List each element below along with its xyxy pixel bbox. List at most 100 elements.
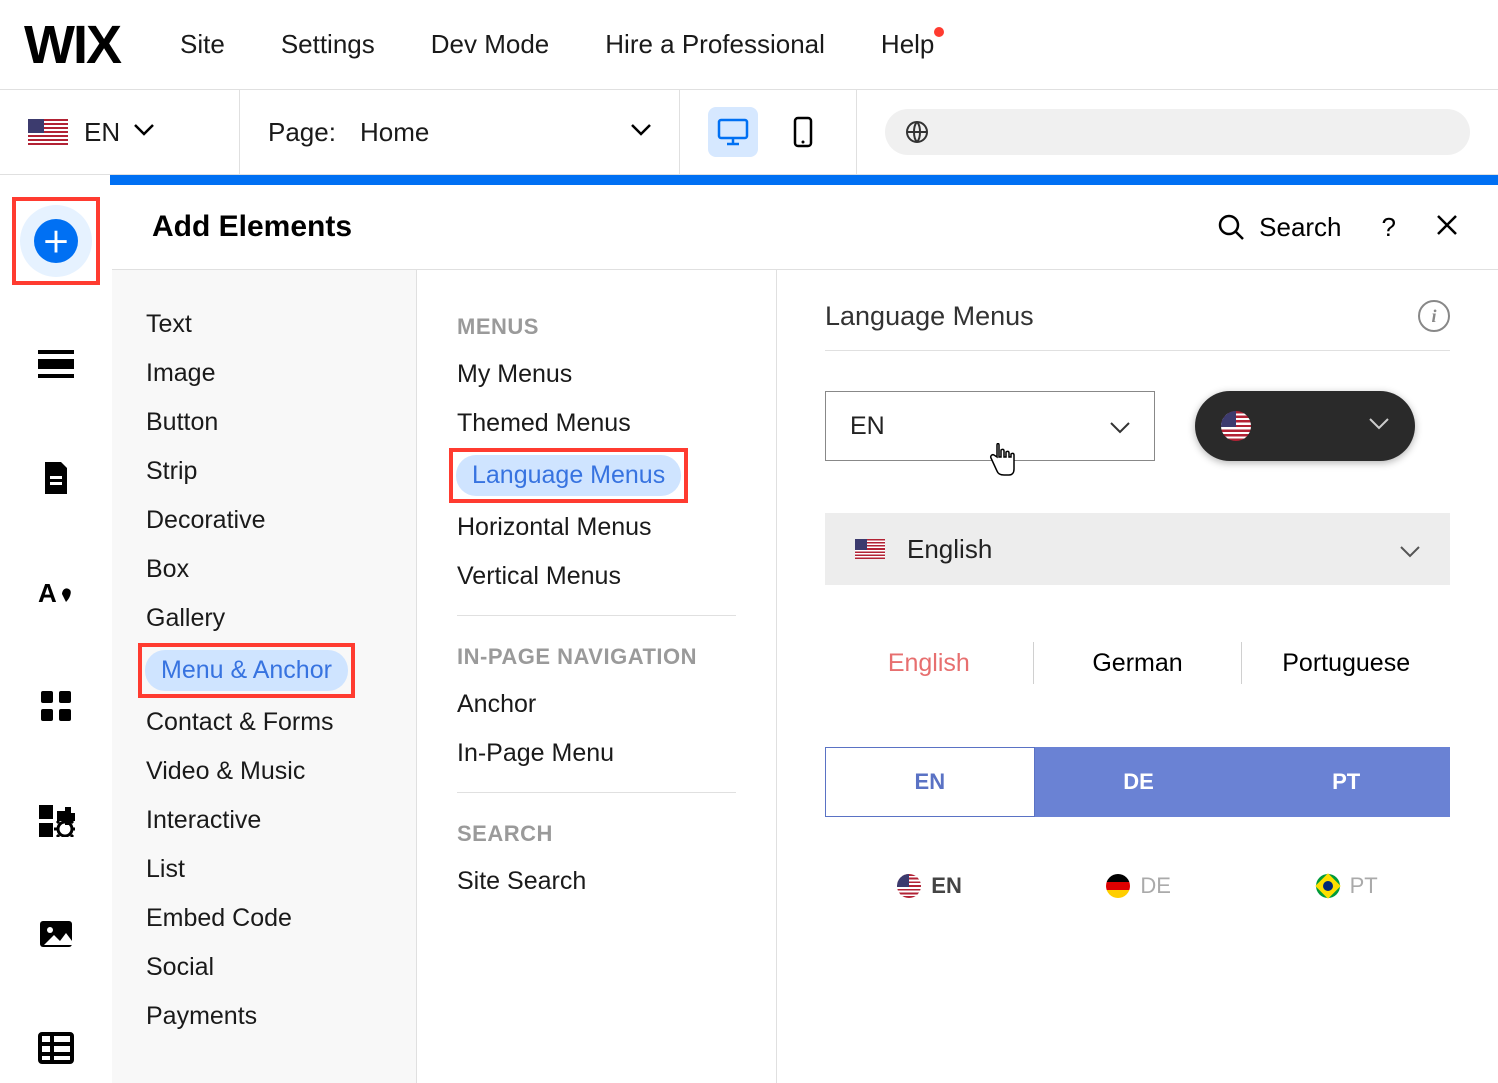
cat-menu-anchor[interactable]: Menu & Anchor xyxy=(145,650,348,691)
tab-portuguese[interactable]: Portuguese xyxy=(1242,649,1450,678)
cat-embed-code[interactable]: Embed Code xyxy=(112,894,416,943)
left-rail: ＋ A xyxy=(0,185,112,1083)
chevron-down-icon xyxy=(1400,534,1420,565)
language-menu-element-text-tabs[interactable]: English German Portuguese xyxy=(825,627,1450,699)
divider xyxy=(457,615,736,616)
search-label: Search xyxy=(1259,212,1341,243)
sub-vertical-menus[interactable]: Vertical Menus xyxy=(417,552,776,601)
chevron-down-icon xyxy=(1369,417,1389,435)
rail-apps-button[interactable] xyxy=(21,671,91,741)
preview-row-1: EN xyxy=(825,391,1450,461)
sub-horizontal-menus[interactable]: Horizontal Menus xyxy=(417,503,776,552)
tab-pt[interactable]: PT xyxy=(1242,747,1450,817)
language-menu-element-flag-pills[interactable]: EN DE PT xyxy=(825,873,1450,899)
panel-body: Text Image Button Strip Decorative Box G… xyxy=(112,270,1498,1083)
info-button[interactable]: i xyxy=(1418,300,1450,332)
sub-my-menus[interactable]: My Menus xyxy=(417,350,776,399)
sub-language-menus[interactable]: Language Menus xyxy=(456,455,681,496)
mobile-view-button[interactable] xyxy=(778,107,828,157)
selection-bar xyxy=(110,175,1498,185)
help-button[interactable]: ? xyxy=(1382,212,1396,243)
cat-box[interactable]: Box xyxy=(112,545,416,594)
cat-gallery[interactable]: Gallery xyxy=(112,594,416,643)
puzzle-gear-icon xyxy=(37,803,75,837)
sub-themed-menus[interactable]: Themed Menus xyxy=(417,399,776,448)
add-elements-panel: Add Elements Search ? Text Image Button … xyxy=(112,185,1498,1083)
group-heading-inpage: IN-PAGE NAVIGATION xyxy=(417,630,776,680)
menu-site[interactable]: Site xyxy=(180,29,225,60)
url-bar[interactable] xyxy=(885,109,1470,155)
rail-section-button[interactable] xyxy=(21,329,91,399)
pill-label: PT xyxy=(1350,873,1378,899)
menu-help[interactable]: Help xyxy=(881,29,934,60)
cat-interactive[interactable]: Interactive xyxy=(112,796,416,845)
dropdown-value: EN xyxy=(850,412,885,441)
cat-payments[interactable]: Payments xyxy=(112,992,416,1041)
language-menu-element-code-tabs[interactable]: EN DE PT xyxy=(825,747,1450,817)
close-button[interactable] xyxy=(1436,212,1458,243)
cat-list[interactable]: List xyxy=(112,845,416,894)
page-name: Home xyxy=(360,117,429,148)
add-elements-button[interactable]: ＋ xyxy=(20,205,92,277)
svg-text:A: A xyxy=(38,578,57,608)
wix-logo: WIX xyxy=(24,14,120,76)
lang-code: EN xyxy=(84,117,120,148)
pill-de[interactable]: DE xyxy=(1106,873,1171,899)
chevron-down-icon xyxy=(134,123,154,141)
cat-decorative[interactable]: Decorative xyxy=(112,496,416,545)
tab-german[interactable]: German xyxy=(1034,649,1242,678)
language-menu-element-expanded[interactable]: English xyxy=(825,513,1450,585)
search-button[interactable]: Search xyxy=(1217,212,1341,243)
cat-social[interactable]: Social xyxy=(112,943,416,992)
desktop-icon xyxy=(717,118,749,146)
pill-pt[interactable]: PT xyxy=(1316,873,1378,899)
sub-inpage-menu[interactable]: In-Page Menu xyxy=(417,729,776,778)
media-icon xyxy=(38,919,74,949)
page-label: Page: xyxy=(268,117,336,148)
language-selector[interactable]: EN xyxy=(0,90,240,174)
design-icon: A xyxy=(36,576,76,608)
tab-english[interactable]: English xyxy=(825,649,1033,678)
url-section xyxy=(857,109,1498,155)
sub-anchor[interactable]: Anchor xyxy=(417,680,776,729)
cat-video-music[interactable]: Video & Music xyxy=(112,747,416,796)
pill-label: EN xyxy=(931,873,962,899)
plus-icon: ＋ xyxy=(34,219,78,263)
desktop-view-button[interactable] xyxy=(708,107,758,157)
language-menu-element-pill-dark[interactable] xyxy=(1195,391,1415,461)
rail-media-button[interactable] xyxy=(21,899,91,969)
sub-site-search[interactable]: Site Search xyxy=(417,857,776,906)
flag-us-icon xyxy=(1221,411,1251,441)
menu-settings[interactable]: Settings xyxy=(281,29,375,60)
cat-text[interactable]: Text xyxy=(112,300,416,349)
device-toggle xyxy=(680,90,857,174)
rail-design-button[interactable]: A xyxy=(21,557,91,627)
cat-image[interactable]: Image xyxy=(112,349,416,398)
cat-strip[interactable]: Strip xyxy=(112,447,416,496)
page-selector[interactable]: Page: Home xyxy=(240,90,680,174)
menu-dev-mode[interactable]: Dev Mode xyxy=(431,29,550,60)
panel-title: Add Elements xyxy=(152,210,352,244)
top-nav: WIX Site Settings Dev Mode Hire a Profes… xyxy=(0,0,1498,90)
preview-header: Language Menus i xyxy=(825,300,1450,351)
highlight-box: ＋ xyxy=(12,197,100,285)
highlight-box: Language Menus xyxy=(449,448,688,503)
flag-us-icon xyxy=(897,874,921,898)
rail-app-market-button[interactable] xyxy=(21,785,91,855)
panel-header: Add Elements Search ? xyxy=(112,185,1498,270)
tab-en[interactable]: EN xyxy=(825,747,1035,817)
menu-hire-professional[interactable]: Hire a Professional xyxy=(605,29,825,60)
search-icon xyxy=(1217,213,1245,241)
pill-en[interactable]: EN xyxy=(897,873,962,899)
cat-button[interactable]: Button xyxy=(112,398,416,447)
rail-pages-button[interactable] xyxy=(21,443,91,513)
flag-us-icon xyxy=(28,119,68,145)
rail-cms-button[interactable] xyxy=(21,1013,91,1083)
flag-de-icon xyxy=(1106,874,1130,898)
flag-br-icon xyxy=(1316,874,1340,898)
mobile-icon xyxy=(793,116,813,148)
toolbar: EN Page: Home xyxy=(0,90,1498,175)
tab-de[interactable]: DE xyxy=(1035,747,1243,817)
cat-contact-forms[interactable]: Contact & Forms xyxy=(112,698,416,747)
chevron-down-icon xyxy=(1110,412,1130,441)
